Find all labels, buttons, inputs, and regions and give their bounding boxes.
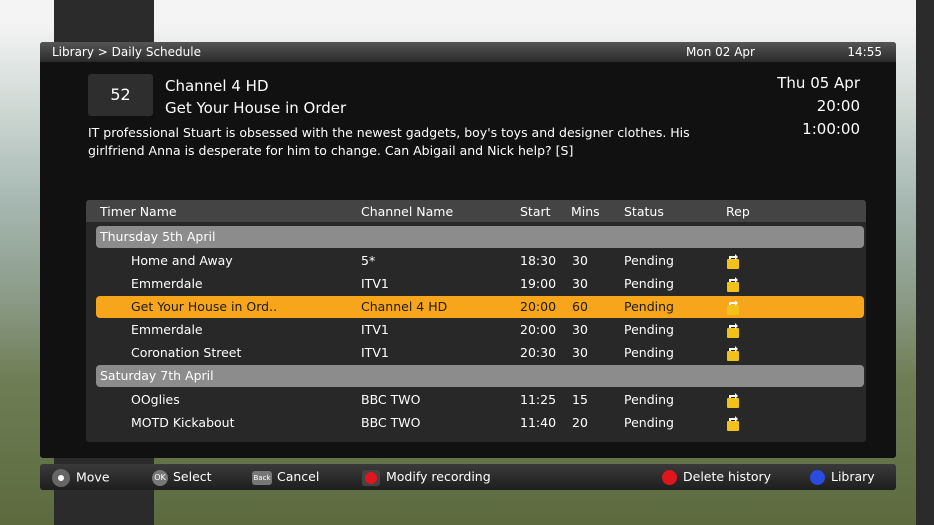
status-cell: Pending bbox=[624, 299, 674, 314]
footer-modify-recording[interactable]: Modify recording bbox=[362, 469, 491, 486]
col-channel-name: Channel Name bbox=[361, 204, 454, 219]
programme-duration: 1:00:00 bbox=[802, 120, 860, 138]
start-cell: 18:30 bbox=[520, 253, 557, 268]
status-cell: Pending bbox=[624, 276, 674, 291]
start-cell: 11:25 bbox=[520, 392, 557, 407]
status-cell: Pending bbox=[624, 345, 674, 360]
table-row[interactable]: Emmerdale ITV1 19:00 30 Pending bbox=[96, 273, 864, 295]
start-cell: 20:30 bbox=[520, 345, 557, 360]
mins-cell: 30 bbox=[572, 276, 588, 291]
start-cell: 19:00 bbox=[520, 276, 557, 291]
table-row[interactable]: MOTD Kickabout BBC TWO 11:40 20 Pending bbox=[96, 412, 864, 434]
table-row[interactable]: Home and Away 5* 18:30 30 Pending bbox=[96, 250, 864, 272]
back-button-icon: Back bbox=[252, 470, 272, 485]
schedule-panel: Library > Daily Schedule Mon 02 Apr 14:5… bbox=[40, 42, 896, 458]
timer-name: Coronation Street bbox=[131, 345, 242, 360]
ok-button-icon: OK bbox=[152, 469, 168, 486]
mins-cell: 30 bbox=[572, 253, 588, 268]
start-cell: 20:00 bbox=[520, 322, 557, 337]
col-start: Start bbox=[520, 204, 551, 219]
timer-table: Timer Name Channel Name Start Mins Statu… bbox=[86, 200, 866, 442]
status-cell: Pending bbox=[624, 322, 674, 337]
current-time: 14:55 bbox=[847, 45, 882, 59]
programme-title: Get Your House in Order bbox=[165, 99, 347, 117]
mins-cell: 30 bbox=[572, 322, 588, 337]
status-cell: Pending bbox=[624, 253, 674, 268]
table-row-selected[interactable]: Get Your House in Ord.. Channel 4 HD 20:00… bbox=[96, 296, 864, 318]
col-rep: Rep bbox=[726, 204, 750, 219]
col-status: Status bbox=[624, 204, 664, 219]
mins-cell: 20 bbox=[572, 415, 588, 430]
footer-library[interactable]: Library bbox=[810, 469, 875, 485]
top-bar: Library > Daily Schedule Mon 02 Apr 14:5… bbox=[40, 42, 896, 62]
footer-select[interactable]: OK Select bbox=[152, 469, 212, 486]
blue-button-icon bbox=[810, 470, 825, 485]
cancel-label: Cancel bbox=[277, 469, 320, 484]
start-cell: 11:40 bbox=[520, 415, 557, 430]
breadcrumb: Library > Daily Schedule bbox=[52, 45, 201, 59]
channel-cell: 5* bbox=[361, 253, 376, 268]
table-row[interactable]: Coronation Street ITV1 20:30 30 Pending bbox=[96, 342, 864, 364]
channel-cell: ITV1 bbox=[361, 322, 389, 337]
move-label: Move bbox=[76, 469, 110, 485]
start-cell: 20:00 bbox=[520, 299, 557, 314]
channel-name: Channel 4 HD bbox=[165, 77, 269, 95]
timer-name: Emmerdale bbox=[131, 322, 203, 337]
delete-history-label: Delete history bbox=[683, 469, 772, 484]
table-row[interactable]: Emmerdale ITV1 20:00 30 Pending bbox=[96, 319, 864, 341]
footer-delete-history[interactable]: Delete history bbox=[662, 469, 771, 485]
group-header: Thursday 5th April bbox=[96, 226, 864, 248]
red-button-icon bbox=[662, 470, 677, 485]
footer-move[interactable]: Move bbox=[52, 469, 110, 487]
status-cell: Pending bbox=[624, 415, 674, 430]
current-date: Mon 02 Apr bbox=[686, 45, 755, 59]
repeat-icon bbox=[726, 415, 740, 438]
timer-name: OOglies bbox=[131, 392, 180, 407]
library-label: Library bbox=[831, 469, 875, 484]
programme-date: Thu 05 Apr bbox=[777, 74, 860, 92]
mins-cell: 60 bbox=[572, 299, 588, 314]
group-header: Saturday 7th April bbox=[96, 365, 864, 387]
record-button-icon bbox=[362, 469, 380, 486]
channel-cell: ITV1 bbox=[361, 276, 389, 291]
channel-cell: ITV1 bbox=[361, 345, 389, 360]
modify-recording-label: Modify recording bbox=[386, 469, 491, 484]
channel-number: 52 bbox=[110, 85, 131, 104]
timer-name: MOTD Kickabout bbox=[131, 415, 235, 430]
mins-cell: 30 bbox=[572, 345, 588, 360]
channel-cell: BBC TWO bbox=[361, 415, 421, 430]
footer-cancel[interactable]: Back Cancel bbox=[252, 469, 319, 485]
footer-bar: Move OK Select Back Cancel Modify recordin… bbox=[40, 464, 896, 490]
channel-number-box: 52 bbox=[88, 74, 153, 116]
channel-cell: BBC TWO bbox=[361, 392, 421, 407]
status-cell: Pending bbox=[624, 392, 674, 407]
timer-name: Home and Away bbox=[131, 253, 233, 268]
channel-cell: Channel 4 HD bbox=[361, 299, 448, 314]
mins-cell: 15 bbox=[572, 392, 588, 407]
col-mins: Mins bbox=[571, 204, 600, 219]
programme-description: IT professional Stuart is obsessed with … bbox=[88, 125, 690, 158]
timer-name: Get Your House in Ord.. bbox=[131, 299, 278, 314]
col-timer-name: Timer Name bbox=[100, 204, 177, 219]
table-row[interactable]: OOglies BBC TWO 11:25 15 Pending bbox=[96, 389, 864, 411]
navigation-pad-icon bbox=[52, 469, 70, 487]
programme-start-time: 20:00 bbox=[816, 97, 860, 115]
tv-frame-right bbox=[916, 0, 934, 525]
select-label: Select bbox=[173, 469, 212, 484]
table-header: Timer Name Channel Name Start Mins Statu… bbox=[86, 200, 866, 222]
timer-name: Emmerdale bbox=[131, 276, 203, 291]
